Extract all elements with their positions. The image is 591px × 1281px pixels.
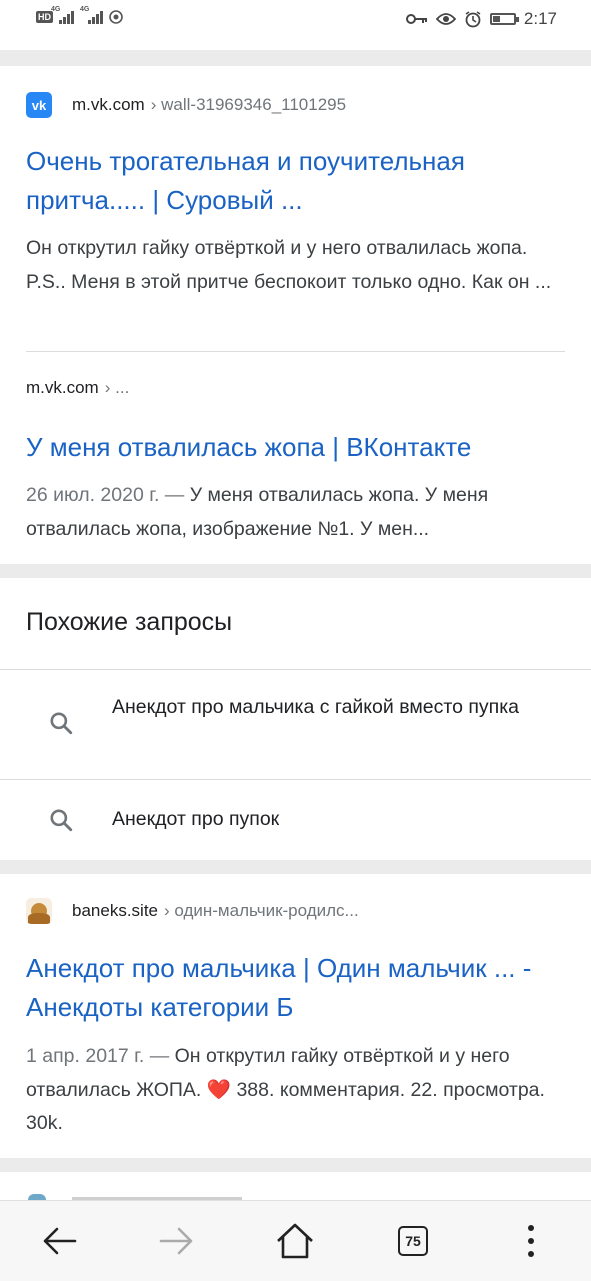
result-snippet: Он открутил гайку отвёрткой и у него отв… — [26, 237, 552, 293]
result-breadcrumb: › wall-31969346_1101295 — [150, 95, 347, 114]
next-result-peek — [0, 1172, 591, 1200]
forward-button[interactable] — [157, 1221, 197, 1261]
result-date: 1 апр. 2017 г. — — [26, 1045, 170, 1067]
back-button[interactable] — [39, 1221, 79, 1261]
eye-icon — [435, 13, 456, 25]
app-notification-icon — [109, 10, 123, 24]
result-breadcrumb: › один-мальчик-родилс... — [164, 901, 359, 920]
more-vert-icon — [528, 1225, 534, 1257]
home-icon — [277, 1223, 313, 1259]
result-source[interactable]: baneks.site › один-мальчик-родилс... — [26, 898, 359, 924]
signal-icon-2: 4G — [80, 6, 103, 24]
arrow-left-icon — [43, 1227, 77, 1255]
related-item-label: Анекдот про мальчика с гайкой вместо пуп… — [112, 696, 520, 718]
result-breadcrumb: › ... — [104, 378, 130, 397]
battery-icon — [489, 13, 519, 25]
result-domain: baneks.site — [72, 901, 158, 920]
vk-icon: vk — [26, 92, 52, 118]
search-icon — [50, 809, 73, 832]
result-date: 26 июл. 2020 г. — — [26, 484, 185, 506]
menu-button[interactable] — [511, 1221, 551, 1261]
doge-icon — [26, 898, 52, 924]
separator — [0, 564, 591, 578]
clock: 2:17 — [523, 9, 557, 28]
home-button[interactable] — [275, 1221, 315, 1261]
arrow-right-icon — [159, 1227, 193, 1255]
result-source[interactable]: vk m.vk.com › wall-31969346_1101295 — [26, 92, 346, 118]
alarm-icon — [465, 11, 481, 28]
separator — [0, 50, 591, 66]
browser-bottom-bar: 75 — [0, 1200, 591, 1281]
status-bar: HD 4G 4G 2:17 — [0, 0, 591, 42]
key-icon — [405, 14, 427, 24]
network-type-2: 4G — [80, 6, 90, 13]
tab-count: 75 — [398, 1226, 428, 1256]
result-title-link[interactable]: Анекдот про мальчика | Один мальчик ... … — [26, 949, 566, 1027]
heart-icon: ❤️ — [206, 1078, 232, 1101]
related-item-label: Анекдот про пупок — [112, 808, 280, 830]
result-source[interactable]: m.vk.com › ... — [26, 378, 129, 398]
related-heading: Похожие запросы — [26, 608, 233, 636]
search-icon — [50, 712, 73, 735]
result-card: vk m.vk.com › wall-31969346_1101295 Очен… — [0, 66, 591, 564]
result-card: baneks.site › один-мальчик-родилс... Ане… — [0, 874, 591, 1158]
related-item[interactable]: Анекдот про пупок — [0, 780, 591, 860]
separator — [0, 860, 591, 874]
network-type: 4G — [51, 6, 61, 13]
tabs-button[interactable]: 75 — [393, 1221, 433, 1261]
divider — [26, 351, 565, 352]
signal-icon: 4G — [51, 6, 74, 24]
result-title-link[interactable]: У меня отвалилась жопа | ВКонтакте — [26, 428, 566, 467]
result-domain: m.vk.com — [72, 95, 145, 114]
separator — [0, 1158, 591, 1172]
related-item[interactable]: Анекдот про мальчика с гайкой вместо пуп… — [0, 670, 591, 779]
result-title-link[interactable]: Очень трогательная и поучительная притча… — [26, 142, 566, 220]
result-snippet: 1 апр. 2017 г. — Он открутил гайку отвёр… — [26, 1040, 566, 1141]
result-domain: m.vk.com — [26, 378, 99, 397]
result-snippet: 26 июл. 2020 г. — У меня отвалилась жопа… — [26, 479, 566, 546]
related-searches: Похожие запросы Анекдот про мальчика с г… — [0, 578, 591, 860]
